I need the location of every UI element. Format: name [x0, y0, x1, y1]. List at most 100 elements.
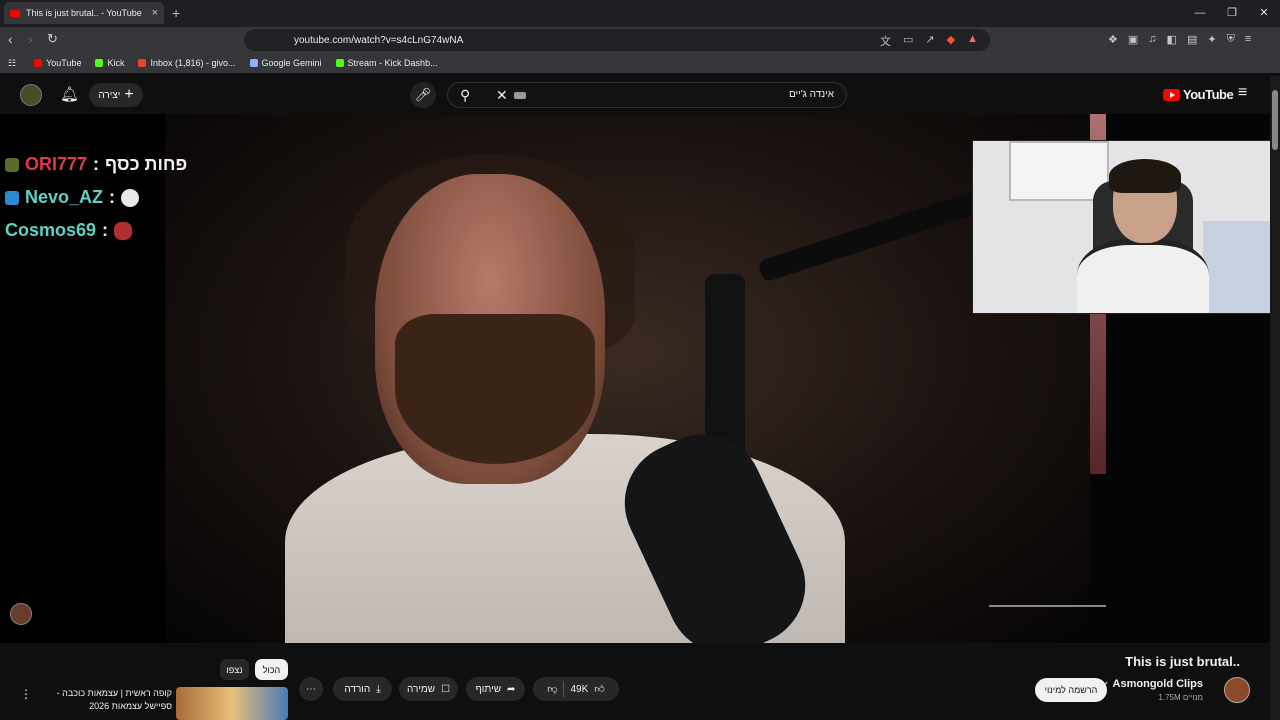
download-icon: ⤓ [376, 683, 381, 695]
bookmark-gmail[interactable]: Inbox (1,816) - givo... [138, 58, 236, 68]
browser-tab[interactable]: This is just brutal.. - YouTube × [4, 2, 164, 24]
bookmark-kick[interactable]: Kick [95, 58, 124, 68]
kick-icon [95, 59, 104, 67]
youtube-icon [34, 59, 43, 67]
download-label: הורדה [344, 683, 371, 695]
like-count[interactable]: 49K [570, 684, 588, 695]
download-button[interactable]: הורדה ⤓ [333, 677, 392, 701]
close-window-button[interactable]: ✕ [1248, 0, 1280, 27]
chat-separator: : [102, 220, 109, 240]
chat-message: Nevo_AZ : [5, 187, 140, 208]
window-controls: — ❐ ✕ [1184, 0, 1280, 27]
share-page-icon[interactable]: ↗ [925, 33, 934, 49]
notifications-bell-icon[interactable]: 🔔︎ [60, 85, 79, 103]
subscriber-count: 1.75M מנויים [1158, 693, 1203, 702]
webcam-overlay [972, 140, 1280, 314]
chat-emote-icon [114, 221, 133, 240]
save-button[interactable]: שמירה ☐ [399, 677, 458, 701]
webcam-person-hair [1109, 159, 1181, 193]
account-avatar[interactable] [20, 84, 42, 106]
new-tab-button[interactable]: + [172, 5, 180, 21]
youtube-logo-text: YouTube [1183, 87, 1234, 102]
miniplayer-avatar[interactable] [10, 603, 32, 625]
extensions-icon[interactable]: ❖ [1108, 33, 1118, 46]
bookmark-gemini[interactable]: Google Gemini [249, 58, 322, 68]
channel-avatar[interactable] [1224, 677, 1250, 703]
chat-username: Nevo_AZ [25, 187, 104, 207]
youtube-logo[interactable]: YouTube [1163, 87, 1234, 102]
share-label: שיתוף [475, 683, 502, 695]
screenshot-icon[interactable]: ▣ [1128, 33, 1138, 46]
apps-grid-icon[interactable]: ☷ [8, 58, 16, 69]
video-overlay-progress [989, 605, 1106, 607]
chat-message: ORI777 : פחות כסף [5, 154, 187, 175]
bookmark-youtube[interactable]: YouTube [34, 58, 81, 68]
voice-search-mic-icon[interactable]: 🎤︎ [410, 82, 436, 108]
recommended-video-thumbnail[interactable] [176, 687, 288, 720]
url-text: youtube.com/watch?v=s4cLnG74wNA [294, 34, 464, 46]
chat-separator: : [93, 154, 100, 174]
chat-separator: : [109, 187, 116, 207]
subscribe-button[interactable]: הרשמה למינוי [1035, 678, 1107, 702]
video-frame [165, 114, 1090, 643]
bookmarks-bar: ☷ YouTube Kick Inbox (1,816) - givo... G… [0, 53, 1280, 73]
brave-rewards-icon[interactable]: ▲ [967, 33, 978, 49]
more-actions-button[interactable]: ⋯ [299, 677, 323, 701]
leo-ai-icon[interactable]: ✦ [1207, 33, 1216, 46]
webcam-bed [1203, 221, 1279, 313]
bookmark-kick-dashboard[interactable]: Stream - Kick Dashb... [335, 58, 438, 68]
reload-icon[interactable]: ↻ [47, 31, 58, 47]
address-toolbar: ‹ › ↻ ☐ youtube.com/watch?v=s4cLnG74wNA … [0, 27, 1280, 53]
minimize-button[interactable]: — [1184, 0, 1216, 27]
cast-icon[interactable]: ▭ [903, 33, 913, 49]
chat-username: ORI777 [25, 154, 88, 174]
chat-username: Cosmos69 [5, 220, 97, 240]
tab-close-icon[interactable]: × [152, 7, 158, 19]
channel-name-row[interactable]: ✔ Asmongold Clips [1102, 678, 1203, 690]
brave-shield-icon[interactable]: ◆ [947, 33, 955, 49]
media-icon[interactable]: ♫ [1148, 33, 1156, 46]
plus-icon: + [124, 86, 134, 103]
youtube-favicon-icon [10, 9, 20, 17]
filter-chip-all[interactable]: הכול [255, 659, 288, 680]
search-query: אינדה ג'יים [788, 89, 834, 100]
vpn-icon[interactable]: ⛨ [1227, 33, 1235, 46]
dislike-icon[interactable]: 👎︎ [547, 683, 557, 695]
back-icon[interactable]: ‹ [8, 31, 13, 47]
bookmark-save-icon: ☐ [441, 683, 451, 695]
mic-arm [757, 187, 993, 283]
browser-tab-bar: This is just brutal.. - YouTube × + — ❐ … [0, 0, 1280, 27]
clear-search-icon[interactable]: ✕ [496, 87, 508, 104]
keyboard-icon[interactable] [514, 92, 526, 99]
like-icon[interactable]: 👍︎ [594, 683, 604, 695]
forward-icon[interactable]: › [28, 31, 33, 47]
recommended-video-title[interactable]: קופה ראשית | עצמאות כוכבה - ספיישל עצמאו… [56, 687, 172, 713]
save-label: שמירה [406, 683, 436, 695]
filter-chip-watched[interactable]: נצפו [220, 659, 249, 680]
search-input[interactable]: ⚲ ✕ אינדה ג'יים [447, 82, 847, 108]
sidebar-icon[interactable]: ◧ [1167, 33, 1177, 46]
page-scrollbar[interactable] [1270, 76, 1280, 720]
maximize-button[interactable]: ❐ [1216, 0, 1248, 27]
kick-icon [335, 59, 344, 67]
create-button[interactable]: יצירה + [89, 83, 143, 107]
search-icon[interactable]: ⚲ [460, 87, 470, 104]
wallet-icon[interactable]: ▤ [1187, 33, 1197, 46]
scrollbar-thumb[interactable] [1272, 90, 1278, 150]
guide-menu-icon[interactable]: ≡ [1238, 84, 1247, 102]
chat-text: פחות כסף [105, 154, 188, 174]
chat-badge-icon [5, 190, 19, 205]
chat-emote-icon [121, 188, 140, 207]
video-details: This is just brutal.. ✔ Asmongold Clips … [0, 643, 1270, 720]
youtube-header: 🔔︎ יצירה + 🎤︎ ⚲ ✕ אינדה ג'יים YouTube ≡ [0, 76, 1280, 114]
youtube-play-logo-icon [1163, 88, 1180, 101]
share-icon: ➦ [507, 683, 516, 695]
chat-badge-icon [5, 157, 19, 172]
webcam-person-body [1077, 239, 1209, 313]
url-bar[interactable]: youtube.com/watch?v=s4cLnG74wNA 文 ▭ ↗ ◆ … [244, 29, 990, 51]
recommended-video-menu-icon[interactable]: ⋮ [20, 687, 32, 701]
streamer-beard [395, 314, 595, 464]
share-button[interactable]: שיתוף ➦ [466, 677, 525, 701]
translate-icon[interactable]: 文 [880, 33, 891, 49]
menu-icon[interactable]: ≡ [1245, 33, 1251, 46]
